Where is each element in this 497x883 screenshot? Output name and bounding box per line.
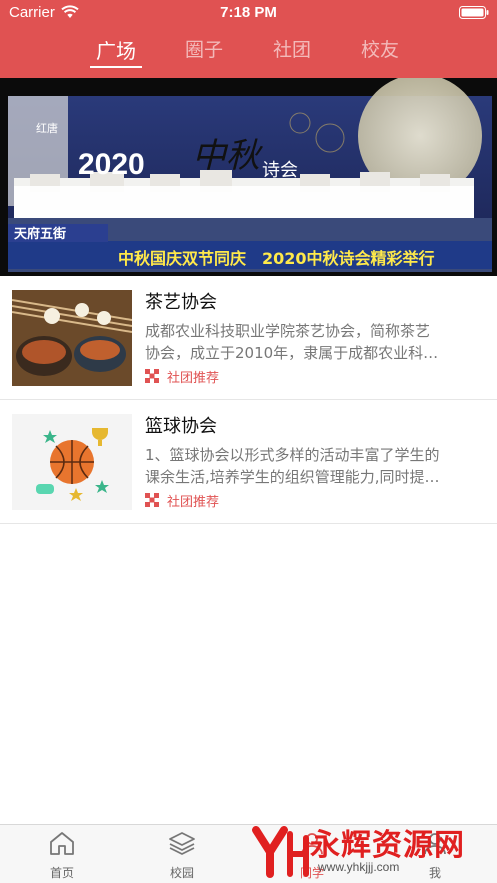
item-thumbnail [12, 290, 132, 386]
tab-alumni[interactable]: 校友 [345, 35, 415, 62]
clock: 7:18 PM [220, 4, 277, 21]
item-title: 篮球协会 [145, 416, 217, 437]
tea-image [12, 290, 132, 386]
bottom-tab-bar: 首页 校园 同学 我 [0, 824, 497, 883]
status-bar: Carrier 7:18 PM [0, 0, 497, 26]
banner-big-char: 中秋 [192, 136, 260, 176]
item-description-line: 协会，成立于2010年，隶属于成都农业科… [145, 344, 439, 362]
item-description-line: 1、篮球协会以形式多样的活动丰富了学生的 [145, 446, 440, 464]
tabbar-home[interactable]: 首页 [0, 825, 124, 883]
recommend-icon [145, 493, 159, 507]
tab-circle[interactable]: 圈子 [169, 35, 239, 62]
tabbar-home-label: 首页 [49, 866, 74, 880]
tabbar-campus-label: 校园 [169, 866, 194, 880]
item-description: 1、篮球协会以形式多样的活动丰富了学生的 课余生活,培养学生的组织管理能力,同时… [145, 444, 479, 488]
recommend-tag-label: 社团推荐 [167, 495, 220, 510]
basketball-image [12, 414, 132, 510]
banner-image[interactable]: 红唐 2020 中秋 诗会 天府五街 中秋国庆双节同庆 2020中秋诗会精彩举行 [0, 78, 497, 276]
layers-icon [169, 832, 195, 855]
battery-icon [459, 6, 489, 19]
profile-icon [424, 833, 446, 855]
banner-station-text: 天府五街 [14, 227, 67, 242]
list-item[interactable]: 茶艺协会 成都农业科技职业学院茶艺协会，简称茶艺 协会，成立于2010年，隶属于… [0, 276, 497, 400]
club-list: 茶艺协会 成都农业科技职业学院茶艺协会，简称茶艺 协会，成立于2010年，隶属于… [0, 276, 497, 524]
header: Carrier 7:18 PM 广场 圈子 社团 校友 [0, 0, 497, 78]
banner-caption: 中秋国庆双节同庆 2020中秋诗会精彩举行 [118, 249, 435, 268]
tabbar-campus[interactable]: 校园 [120, 825, 244, 883]
item-thumbnail [12, 414, 132, 510]
top-tabs: 广场 圈子 社团 校友 [0, 30, 497, 72]
tabbar-classmates-label: 同学 [299, 866, 324, 880]
item-description-line: 课余生活,培养学生的组织管理能力,同时提… [145, 468, 440, 486]
recommend-tag-label: 社团推荐 [167, 371, 220, 386]
tabbar-me[interactable]: 我 [373, 825, 497, 883]
item-description-line: 成都农业科技职业学院茶艺协会，简称茶艺 [145, 322, 431, 340]
banner-corner-text: 红唐 [36, 122, 58, 135]
recommend-icon [145, 369, 159, 383]
tabbar-classmates[interactable]: 同学 [250, 825, 374, 883]
active-tab-indicator [90, 66, 142, 68]
list-item[interactable]: 篮球协会 1、篮球协会以形式多样的活动丰富了学生的 课余生活,培养学生的组织管理… [0, 400, 497, 524]
tab-club[interactable]: 社团 [257, 35, 327, 62]
tab-square[interactable]: 广场 [81, 35, 151, 64]
item-description: 成都农业科技职业学院茶艺协会，简称茶艺 协会，成立于2010年，隶属于成都农业科… [145, 320, 479, 364]
people-icon [301, 833, 323, 855]
home-icon [50, 832, 74, 855]
banner-poem-text: 诗会 [262, 160, 298, 181]
item-title: 茶艺协会 [145, 292, 217, 313]
banner-year-text: 2020 [78, 148, 145, 181]
tabbar-me-label: 我 [428, 866, 441, 880]
